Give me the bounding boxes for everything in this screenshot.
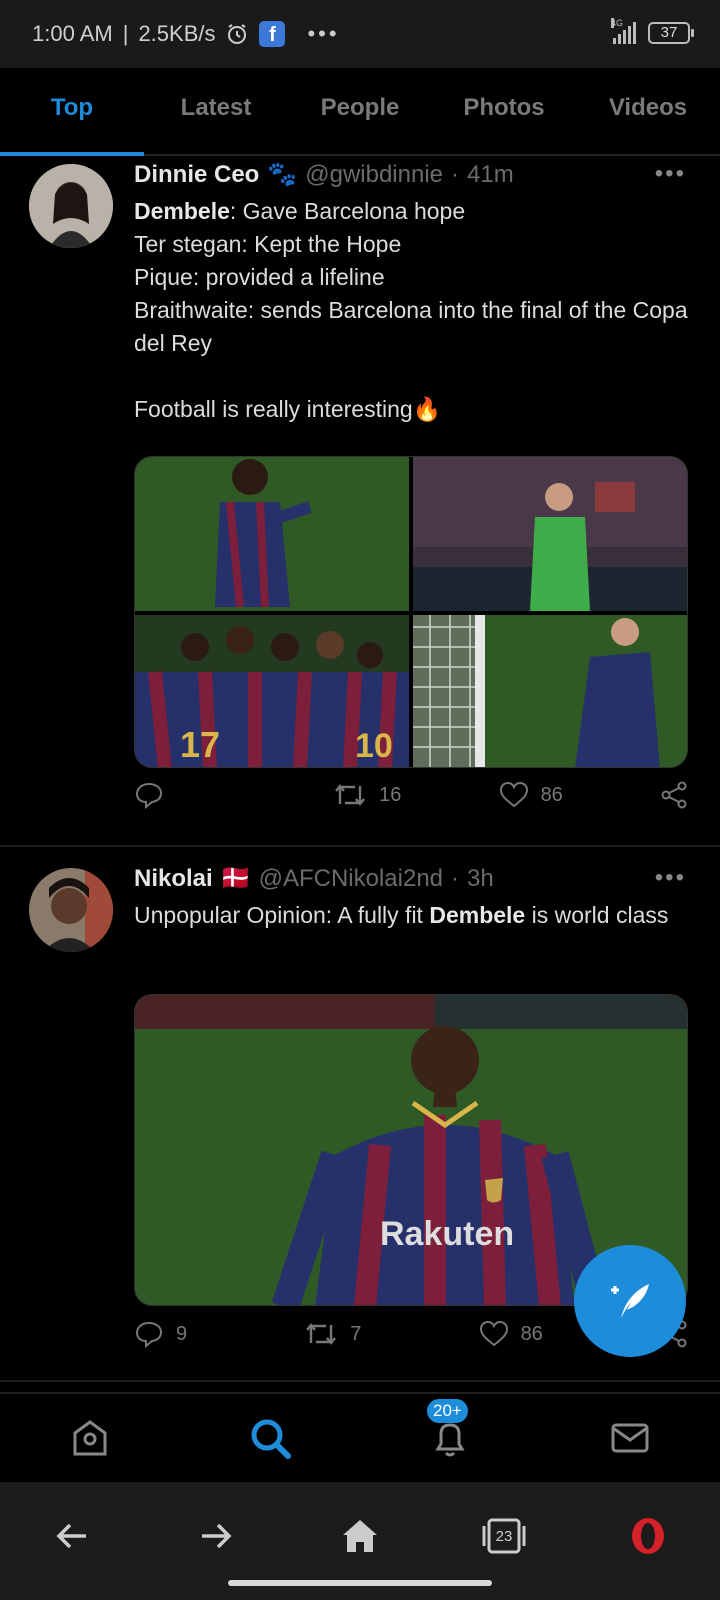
photo-1[interactable] <box>135 457 409 611</box>
avatar[interactable] <box>29 164 113 248</box>
like-count: 86 <box>540 783 563 806</box>
heart-icon[interactable] <box>479 1320 509 1348</box>
tweet-line: Pique: provided a lifeline <box>134 264 385 290</box>
photo-3[interactable]: 17 10 <box>135 615 409 768</box>
status-time: 1:00 AM <box>32 21 113 46</box>
bold-keyword: Dembele <box>429 902 526 928</box>
bold-keyword: Dembele <box>134 198 230 224</box>
bell-icon <box>435 1423 465 1457</box>
signal-icon: 4G <box>611 18 636 44</box>
status-sep: | <box>122 21 129 46</box>
divider <box>0 845 720 847</box>
more-options-icon[interactable]: ••• <box>655 160 686 188</box>
mail-icon <box>611 1423 649 1453</box>
arrow-right-icon <box>202 1523 232 1549</box>
share-action[interactable] <box>660 781 688 809</box>
opera-logo-icon <box>632 1518 664 1554</box>
retweet-count: 16 <box>379 783 402 806</box>
opera-menu-button[interactable] <box>613 1506 683 1566</box>
tweet-text: Unpopular Opinion: A fully fit Dembele i… <box>134 899 692 932</box>
tweet-line <box>134 360 692 393</box>
author-name[interactable]: Dinnie Ceo <box>134 161 259 189</box>
avatar[interactable] <box>29 868 113 952</box>
house-icon <box>343 1520 377 1552</box>
browser-home-button[interactable] <box>325 1506 395 1566</box>
search-tabs: Top Latest People Photos Videos <box>0 68 720 156</box>
separator-dot: · <box>451 864 460 892</box>
flag-emoji: 🇩🇰 <box>220 865 251 892</box>
tweet-text-part: Unpopular Opinion: A fully fit <box>134 902 430 928</box>
tweet-line: Ter stegan: Kept the Hope <box>134 231 402 257</box>
tweet-text-part: is world class <box>525 902 669 928</box>
notification-badge: 20+ <box>427 1399 468 1423</box>
forward-button[interactable] <box>181 1506 251 1566</box>
tweet-time: 41m <box>467 160 514 188</box>
tweet[interactable]: Dinnie Ceo 🐾 @gwibdinnie · 41m ••• Dembe… <box>0 160 720 845</box>
facebook-icon: f <box>259 21 286 47</box>
tab-people[interactable]: People <box>288 68 432 154</box>
arrow-left-icon <box>56 1523 86 1549</box>
tweet-header: Nikolai 🇩🇰 @AFCNikolai2nd · 3h <box>134 864 692 893</box>
svg-text:17: 17 <box>180 724 220 765</box>
status-more-dots: ••• <box>307 21 340 46</box>
status-bar: 1:00 AM | 2.5KB/s f ••• 4G 37 <box>0 0 720 68</box>
tweet-time: 3h <box>467 864 494 892</box>
photo-4[interactable] <box>413 615 688 768</box>
alarm-clock-icon <box>228 24 247 44</box>
like-action[interactable]: 86 <box>499 781 563 809</box>
tabs-button[interactable]: 23 <box>469 1506 539 1566</box>
tab-photos[interactable]: Photos <box>432 68 576 154</box>
gesture-home-bar[interactable] <box>228 1580 492 1586</box>
photo-2[interactable] <box>413 457 688 611</box>
author-handle[interactable]: @AFCNikolai2nd <box>259 865 443 893</box>
heart-icon[interactable] <box>499 781 529 809</box>
bottom-navigation: 20+ <box>0 1392 720 1482</box>
nav-search[interactable] <box>225 1403 315 1473</box>
nav-notifications[interactable]: 20+ <box>405 1399 495 1473</box>
like-action[interactable]: 86 <box>479 1320 543 1348</box>
like-count: 86 <box>520 1322 543 1345</box>
photo-grid[interactable]: 17 10 <box>134 456 688 768</box>
tweet-header: Dinnie Ceo 🐾 @gwibdinnie · 41m <box>134 160 692 189</box>
author-emoji: 🐾 <box>267 161 298 188</box>
compose-tweet-button[interactable] <box>574 1245 686 1357</box>
tab-count: 23 <box>495 1527 513 1545</box>
tab-videos[interactable]: Videos <box>576 68 720 154</box>
reply-action[interactable]: 9 <box>134 1319 187 1349</box>
tweet-text: Dembele: Gave Barcelona hope Ter stegan:… <box>134 195 692 426</box>
reply-icon[interactable] <box>134 1319 164 1349</box>
back-button[interactable] <box>37 1506 107 1566</box>
separator-dot: · <box>451 160 460 188</box>
reply-count: 9 <box>176 1322 188 1345</box>
tweet-line: : Gave Barcelona hope <box>229 198 466 224</box>
search-icon <box>251 1419 291 1459</box>
author-name[interactable]: Nikolai <box>134 865 213 893</box>
retweet-icon[interactable] <box>333 780 367 810</box>
tweet-line: Braithwaite: sends Barcelona into the fi… <box>134 297 688 356</box>
tab-top[interactable]: Top <box>0 68 144 156</box>
svg-text:Rakuten: Rakuten <box>380 1215 514 1253</box>
home-icon <box>73 1420 107 1456</box>
status-speed: 2.5KB/s <box>138 21 216 46</box>
author-handle[interactable]: @gwibdinnie <box>305 161 443 189</box>
nav-home[interactable] <box>45 1403 135 1473</box>
tweet-actions: 16 86 <box>134 780 688 810</box>
divider <box>0 1380 720 1382</box>
tab-latest[interactable]: Latest <box>144 68 288 154</box>
retweet-action[interactable]: 16 <box>333 780 401 810</box>
nav-messages[interactable] <box>585 1403 675 1473</box>
share-icon[interactable] <box>660 781 688 809</box>
battery-icon: 37 <box>648 22 694 44</box>
reply-icon[interactable] <box>134 780 164 810</box>
retweet-icon[interactable] <box>304 1319 338 1349</box>
more-options-icon[interactable]: ••• <box>655 864 686 892</box>
tweet-line: Football is really interesting🔥 <box>134 396 442 422</box>
retweet-count: 7 <box>350 1322 362 1345</box>
svg-text:10: 10 <box>355 727 393 765</box>
retweet-action[interactable]: 7 <box>304 1319 361 1349</box>
reply-action[interactable] <box>134 780 176 810</box>
compose-feather-icon <box>611 1284 649 1318</box>
